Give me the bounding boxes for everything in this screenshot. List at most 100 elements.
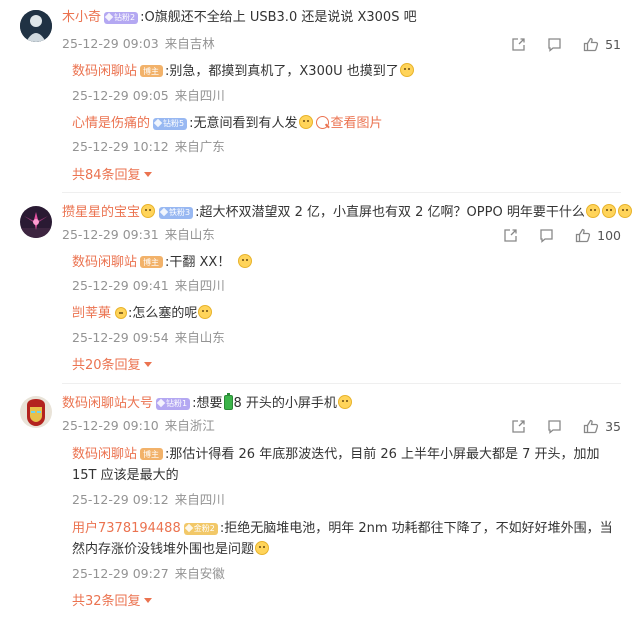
comment-actions: 100: [482, 226, 621, 244]
comment-text: 8 开头的小屏手机: [233, 396, 337, 411]
reply-meta: 25-12-29 09:41 来自四川: [72, 278, 225, 294]
location: 来自四川: [174, 88, 225, 103]
blogger-badge: 博主: [140, 65, 164, 77]
comment-button[interactable]: [547, 419, 562, 434]
avatar[interactable]: [20, 10, 52, 42]
comment-body: 数码闲聊站大号 钻粉1:想要 8 开头的小屏手机: [62, 393, 353, 413]
timestamp: 25-12-29 09:05: [72, 88, 169, 103]
timestamp: 25-12-29 09:12: [72, 492, 169, 507]
reply: 数码闲聊站 博主:别急，都摸到真机了，X300U 也摸到了: [72, 63, 415, 81]
comment-icon: [540, 228, 553, 243]
reply: 剀莘菓 :怎么塞的呢: [72, 305, 213, 323]
share-icon: [512, 37, 525, 51]
reply-username[interactable]: 数码闲聊站: [72, 255, 137, 270]
comment-meta: 25-12-29 09:10 来自浙江: [62, 418, 215, 434]
emoji-icon: [198, 305, 213, 319]
comment-icon: [548, 419, 561, 434]
fan-badge: 金粉2: [183, 523, 218, 535]
timestamp: 25-12-29 09:31: [62, 227, 159, 242]
reply: 数码闲聊站 博主:干翻 XX！: [72, 254, 253, 272]
more-replies-link[interactable]: 共84条回复: [72, 168, 152, 184]
reply: 数码闲聊站 博主:那估计得看 26 年底那波迭代，目前 26 上半年小屏最大都是 …: [72, 444, 620, 486]
blogger-badge: 博主: [140, 256, 164, 268]
crying-emoji-icon: [617, 204, 632, 218]
username[interactable]: 数码闲聊站大号: [62, 396, 153, 411]
more-replies-link[interactable]: 共20条回复: [72, 358, 152, 374]
fan-badge: 钻粉2: [104, 12, 139, 24]
location: 来自广东: [174, 139, 225, 154]
location: 来自四川: [174, 278, 225, 293]
emoji-icon: [337, 395, 352, 409]
location: 来自吉林: [164, 36, 215, 51]
reply-meta: 25-12-29 09:12 来自四川: [72, 492, 225, 508]
share-icon: [504, 228, 517, 242]
reply: 心情是伤痛的 钻粉5:无意间看到有人发 查看图片: [72, 115, 383, 133]
reply-text: :干翻 XX！: [165, 255, 231, 270]
timestamp: 25-12-29 09:54: [72, 330, 169, 345]
share-button[interactable]: [511, 37, 526, 52]
timestamp: 25-12-29 09:27: [72, 566, 169, 581]
thumbs-up-icon: [575, 228, 591, 242]
like-button[interactable]: 35: [583, 419, 621, 434]
reply-meta: 25-12-29 09:05 来自四川: [72, 88, 225, 104]
avatar[interactable]: [20, 396, 52, 428]
chevron-down-icon: [143, 172, 152, 177]
location: 来自浙江: [164, 418, 215, 433]
share-button[interactable]: [503, 228, 518, 243]
fan-level-icon: [115, 307, 128, 319]
emoji-icon: [141, 204, 156, 218]
comment-text: :超大杯双潜望双 2 亿，小直屏也有双 2 亿啊？OPPO 明年要干什么: [195, 205, 585, 220]
emoji-icon: [255, 541, 270, 555]
reply-username[interactable]: 用户7378194488: [72, 521, 181, 536]
divider: [62, 383, 621, 384]
reply-username[interactable]: 数码闲聊站: [72, 447, 137, 462]
more-replies-link[interactable]: 共32条回复: [72, 594, 152, 610]
divider: [62, 192, 621, 193]
comment-actions: 51: [490, 35, 621, 53]
avatar[interactable]: [20, 206, 52, 238]
like-count: 100: [597, 227, 621, 243]
fan-badge: 铁粉3: [159, 207, 194, 219]
reply-username[interactable]: 剀莘菓: [72, 306, 111, 321]
like-button[interactable]: 100: [575, 228, 621, 243]
emoji-icon: [399, 63, 414, 77]
crying-emoji-icon: [601, 204, 616, 218]
location: 来自山东: [174, 330, 225, 345]
chevron-down-icon: [143, 362, 152, 367]
emoji-icon: [238, 254, 253, 268]
comment-body: 攒星星的宝宝 铁粉3:超大杯双潜望双 2 亿，小直屏也有双 2 亿啊？OPPO 明…: [62, 204, 633, 222]
timestamp: 25-12-29 10:12: [72, 139, 169, 154]
username[interactable]: 木小奇: [62, 10, 101, 25]
blogger-badge: 博主: [140, 448, 164, 460]
fan-badge: 钻粉5: [153, 118, 188, 130]
reply-username[interactable]: 心情是伤痛的: [72, 116, 150, 131]
comment-meta: 25-12-29 09:31 来自山东: [62, 227, 215, 243]
like-button[interactable]: 51: [583, 37, 621, 52]
crying-emoji-icon: [585, 204, 600, 218]
share-icon: [512, 419, 525, 433]
comment-text: :想要: [192, 396, 223, 411]
location: 来自山东: [164, 227, 215, 242]
reply-text: :怎么塞的呢: [128, 306, 198, 321]
share-button[interactable]: [511, 419, 526, 434]
comment-icon: [548, 37, 561, 52]
comment-button[interactable]: [539, 228, 554, 243]
timestamp: 25-12-29 09:03: [62, 36, 159, 51]
location: 来自四川: [174, 492, 225, 507]
comment-body: 木小奇 钻粉2:O旗舰还不全给上 USB3.0 还是说说 X300S 吧: [62, 9, 417, 27]
reply-username[interactable]: 数码闲聊站: [72, 64, 137, 79]
location: 来自安徽: [174, 566, 225, 581]
view-image-link[interactable]: 查看图片: [331, 116, 383, 131]
like-count: 35: [605, 418, 621, 434]
reply-meta: 25-12-29 09:54 来自山东: [72, 330, 225, 346]
thumbs-up-icon: [583, 419, 599, 433]
battery-icon: [223, 393, 233, 410]
reply-text: :无意间看到有人发: [189, 116, 298, 131]
timestamp: 25-12-29 09:10: [62, 418, 159, 433]
username[interactable]: 攒星星的宝宝: [62, 205, 140, 220]
comment-button[interactable]: [547, 37, 562, 52]
reply: 用户7378194488 金粉2:拒绝无脑堆电池，明年 2nm 功耗都往下降了，不…: [72, 518, 620, 560]
like-count: 51: [605, 36, 621, 52]
chevron-down-icon: [143, 598, 152, 603]
comment-actions: 35: [490, 417, 621, 435]
